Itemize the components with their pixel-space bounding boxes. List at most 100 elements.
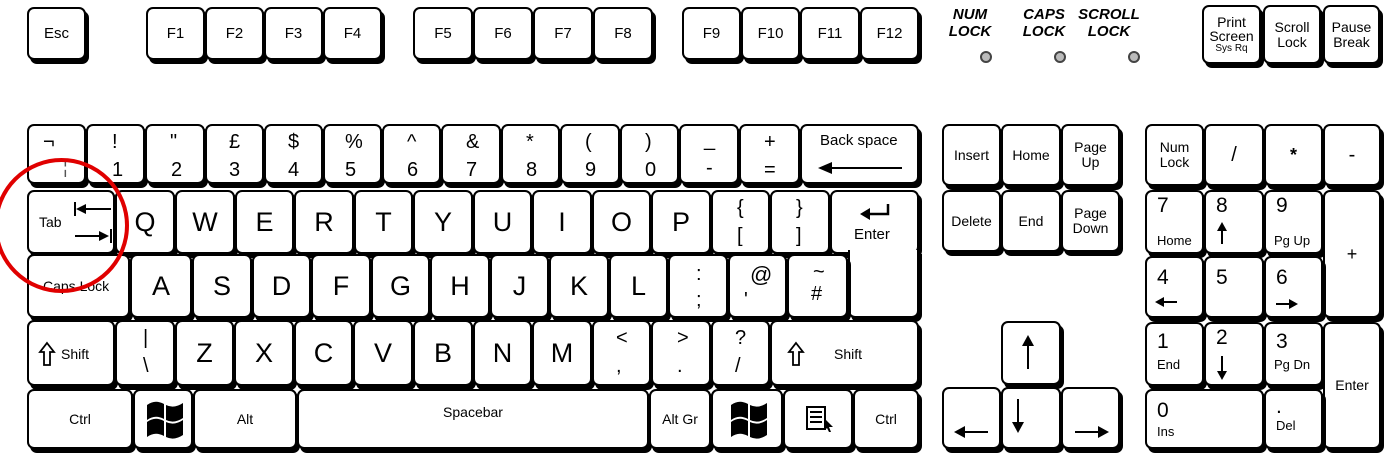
- f2-key[interactable]: F2: [205, 7, 264, 60]
- print-screen-key[interactable]: Print Screen Sys Rq: [1202, 5, 1261, 64]
- scroll-lock-key[interactable]: Scroll Lock: [1263, 5, 1321, 64]
- numpad-3-key[interactable]: 3 Pg Dn: [1264, 322, 1323, 386]
- key-2[interactable]: " 2: [145, 124, 205, 184]
- numpad-9-key[interactable]: 9 Pg Up: [1264, 190, 1323, 254]
- insert-key[interactable]: Insert: [942, 124, 1001, 186]
- menu-key[interactable]: [783, 389, 853, 449]
- backspace-key[interactable]: Back space: [800, 124, 919, 184]
- numpad-decimal-key[interactable]: . Del: [1264, 389, 1323, 449]
- numpad-divide-key[interactable]: /: [1204, 124, 1264, 186]
- key-y[interactable]: Y: [413, 190, 473, 254]
- right-windows-key[interactable]: [711, 389, 783, 449]
- key-g[interactable]: G: [371, 254, 430, 318]
- key-b[interactable]: B: [413, 320, 473, 386]
- key-8[interactable]: * 8: [501, 124, 560, 184]
- numpad-plus-key[interactable]: +: [1323, 190, 1381, 318]
- semicolon-key[interactable]: : ;: [668, 254, 728, 318]
- key-r[interactable]: R: [294, 190, 354, 254]
- page-up-key[interactable]: Page Up: [1061, 124, 1120, 186]
- key-n[interactable]: N: [473, 320, 532, 386]
- f5-key[interactable]: F5: [413, 7, 473, 60]
- key-v[interactable]: V: [353, 320, 413, 386]
- key-5[interactable]: % 5: [323, 124, 382, 184]
- num-lock-key[interactable]: Num Lock: [1145, 124, 1204, 186]
- close-bracket-key[interactable]: } ]: [770, 190, 830, 254]
- key-d[interactable]: D: [252, 254, 311, 318]
- key-s[interactable]: S: [192, 254, 252, 318]
- key-c[interactable]: C: [294, 320, 353, 386]
- f12-key[interactable]: F12: [860, 7, 919, 60]
- spacebar-key[interactable]: Spacebar: [297, 389, 649, 449]
- numpad-6-key[interactable]: 6: [1264, 256, 1323, 318]
- numpad-5-key[interactable]: 5: [1204, 256, 1264, 318]
- comma-key[interactable]: < ,: [592, 320, 651, 386]
- arrow-down-key[interactable]: [1001, 387, 1061, 449]
- left-ctrl-key[interactable]: Ctrl: [27, 389, 133, 449]
- key-p[interactable]: P: [651, 190, 711, 254]
- apostrophe-key[interactable]: @ ': [728, 254, 787, 318]
- key-3[interactable]: £ 3: [205, 124, 264, 184]
- enter-key-lower[interactable]: [848, 250, 919, 318]
- key-u[interactable]: U: [473, 190, 532, 254]
- key-i[interactable]: I: [532, 190, 592, 254]
- numpad-4-key[interactable]: 4: [1145, 256, 1204, 318]
- f9-key[interactable]: F9: [682, 7, 741, 60]
- key-t[interactable]: T: [354, 190, 413, 254]
- key-a[interactable]: A: [130, 254, 192, 318]
- left-windows-key[interactable]: [133, 389, 193, 449]
- numpad-minus-key[interactable]: -: [1323, 124, 1381, 186]
- f6-key[interactable]: F6: [473, 7, 533, 60]
- key-6[interactable]: ^ 6: [382, 124, 441, 184]
- alt-gr-key[interactable]: Alt Gr: [649, 389, 711, 449]
- equals-key[interactable]: + =: [739, 124, 800, 184]
- key-0[interactable]: ) 0: [620, 124, 679, 184]
- arrow-right-key[interactable]: [1061, 387, 1120, 449]
- f1-key[interactable]: F1: [146, 7, 205, 60]
- end-key[interactable]: End: [1001, 190, 1061, 252]
- key-x[interactable]: X: [234, 320, 294, 386]
- numpad-1-key[interactable]: 1 End: [1145, 322, 1204, 386]
- key-f[interactable]: F: [311, 254, 371, 318]
- right-shift-key[interactable]: Shift: [770, 320, 919, 386]
- key-w[interactable]: W: [175, 190, 235, 254]
- key-m[interactable]: M: [532, 320, 592, 386]
- f7-key[interactable]: F7: [533, 7, 593, 60]
- numpad-8-key[interactable]: 8: [1204, 190, 1264, 254]
- f10-key[interactable]: F10: [741, 7, 800, 60]
- arrow-up-key[interactable]: [1001, 321, 1061, 385]
- key-9[interactable]: ( 9: [560, 124, 620, 184]
- numpad-enter-key[interactable]: Enter: [1323, 322, 1381, 449]
- numpad-7-key[interactable]: 7 Home: [1145, 190, 1204, 254]
- enter-key[interactable]: Enter: [830, 190, 919, 254]
- key-k[interactable]: K: [549, 254, 609, 318]
- left-shift-key[interactable]: Shift: [27, 320, 115, 386]
- f3-key[interactable]: F3: [264, 7, 323, 60]
- period-key[interactable]: > .: [651, 320, 711, 386]
- right-ctrl-key[interactable]: Ctrl: [853, 389, 919, 449]
- key-h[interactable]: H: [430, 254, 490, 318]
- key-o[interactable]: O: [592, 190, 651, 254]
- f11-key[interactable]: F11: [800, 7, 860, 60]
- left-alt-key[interactable]: Alt: [193, 389, 297, 449]
- f4-key[interactable]: F4: [323, 7, 382, 60]
- minus-key[interactable]: _ -: [679, 124, 739, 184]
- slash-key[interactable]: ? /: [711, 320, 770, 386]
- f8-key[interactable]: F8: [593, 7, 653, 60]
- hash-key[interactable]: ~ #: [787, 254, 848, 318]
- delete-key[interactable]: Delete: [942, 190, 1001, 252]
- pause-break-key[interactable]: Pause Break: [1323, 5, 1380, 64]
- key-j[interactable]: J: [490, 254, 549, 318]
- esc-key[interactable]: Esc: [27, 7, 86, 60]
- key-z[interactable]: Z: [175, 320, 234, 386]
- key-4[interactable]: $ 4: [264, 124, 323, 184]
- numpad-0-key[interactable]: 0 Ins: [1145, 389, 1264, 449]
- arrow-left-key[interactable]: [942, 387, 1001, 449]
- page-down-key[interactable]: Page Down: [1061, 190, 1120, 252]
- key-7[interactable]: & 7: [441, 124, 501, 184]
- numpad-2-key[interactable]: 2: [1204, 322, 1264, 386]
- key-l[interactable]: L: [609, 254, 668, 318]
- backslash-key[interactable]: | \: [115, 320, 175, 386]
- key-e[interactable]: E: [235, 190, 294, 254]
- numpad-multiply-key[interactable]: *: [1264, 124, 1323, 186]
- home-key[interactable]: Home: [1001, 124, 1061, 186]
